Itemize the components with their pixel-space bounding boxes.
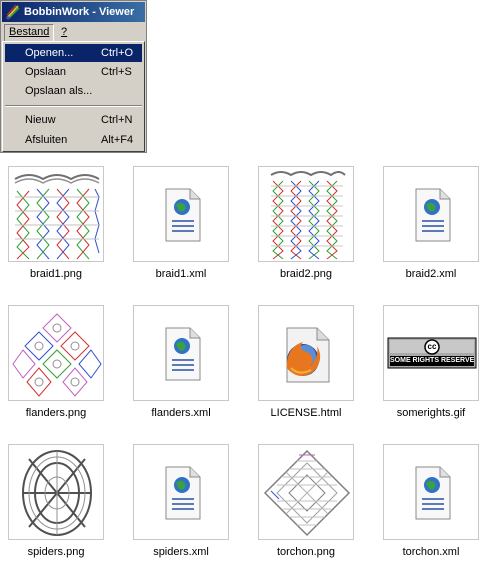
file-name: LICENSE.html (270, 407, 342, 419)
flanders-preview (12, 313, 102, 397)
menu-item-opslaan-als-label: Opslaan als... (25, 85, 93, 97)
menu-item-nieuw-shortcut: Ctrl+N (101, 114, 133, 126)
xml-doc-graphic (415, 466, 451, 520)
file-name: flanders.png (25, 407, 87, 419)
torchon-preview (263, 449, 351, 537)
menu-item-afsluiten-shortcut: Alt+F4 (101, 134, 134, 146)
menu-item-openen-label: Openen... (25, 47, 74, 59)
file-name: torchon.png (276, 546, 336, 558)
braid1-preview (14, 174, 100, 260)
xml-document-icon (383, 444, 479, 540)
file-name: torchon.xml (402, 546, 460, 558)
file-name: braid2.xml (405, 268, 457, 280)
file-name: braid1.png (30, 268, 82, 280)
xml-doc-graphic (165, 188, 201, 242)
menu-item-opslaan[interactable]: Opslaan Ctrl+S (5, 63, 142, 81)
menu-item-afsluiten[interactable]: Afsluiten Alt+F4 (5, 131, 142, 149)
menu-item-openen-shortcut: Ctrl+O (101, 47, 134, 59)
braid2-preview (270, 171, 346, 260)
file-name: flanders.xml (151, 407, 211, 419)
menu-bar: Bestand ? (2, 23, 145, 43)
xml-document-icon (383, 166, 479, 262)
file-name: braid1.xml (155, 268, 207, 280)
file-name: spiders.xml (153, 546, 209, 558)
menu-item-nieuw[interactable]: Nieuw Ctrl+N (5, 111, 142, 129)
firefox-document-icon (258, 305, 354, 401)
menu-item-nieuw-label: Nieuw (25, 114, 56, 126)
spiders-diagram-icon (8, 444, 104, 540)
menu-item-opslaan-label: Opslaan (25, 66, 66, 78)
torchon-diagram-icon (258, 444, 354, 540)
window-title: BobbinWork - Viewer (24, 6, 135, 18)
cc-mark: cc (427, 342, 437, 351)
spiders-preview (22, 450, 92, 536)
braid-diagram-icon (258, 166, 354, 262)
menu-help[interactable]: ? (57, 24, 71, 41)
menu-separator (5, 105, 142, 107)
braid-diagram-icon (8, 166, 104, 262)
file-name: somerights.gif (396, 407, 466, 419)
menu-help-label: ? (61, 26, 68, 38)
xml-doc-graphic (165, 327, 201, 381)
xml-document-icon (133, 166, 229, 262)
cc-badge-text: SOME RIGHTS RESERVED (390, 357, 474, 364)
title-bar[interactable]: BobbinWork - Viewer (2, 2, 145, 22)
cc-badge-icon: cc SOME RIGHTS RESERVED (383, 305, 479, 401)
xml-document-icon (133, 444, 229, 540)
menu-item-openen[interactable]: Openen... Ctrl+O (5, 44, 142, 62)
cc-badge-graphic (387, 337, 477, 369)
xml-doc-graphic (415, 188, 451, 242)
firefox-doc-graphic (286, 327, 330, 383)
file-name: spiders.png (27, 546, 85, 558)
menu-item-opslaan-als[interactable]: Opslaan als... (5, 82, 142, 100)
menu-item-opslaan-shortcut: Ctrl+S (101, 66, 132, 78)
xml-doc-graphic (165, 466, 201, 520)
bobbin-app-icon (6, 4, 20, 20)
file-menu-dropdown: Openen... Ctrl+O Opslaan Ctrl+S Opslaan … (2, 41, 145, 152)
flanders-diagram-icon (8, 305, 104, 401)
file-name: braid2.png (280, 268, 332, 280)
menu-item-afsluiten-label: Afsluiten (25, 134, 68, 146)
xml-document-icon (133, 305, 229, 401)
menu-bestand-label: Bestand (9, 26, 50, 38)
